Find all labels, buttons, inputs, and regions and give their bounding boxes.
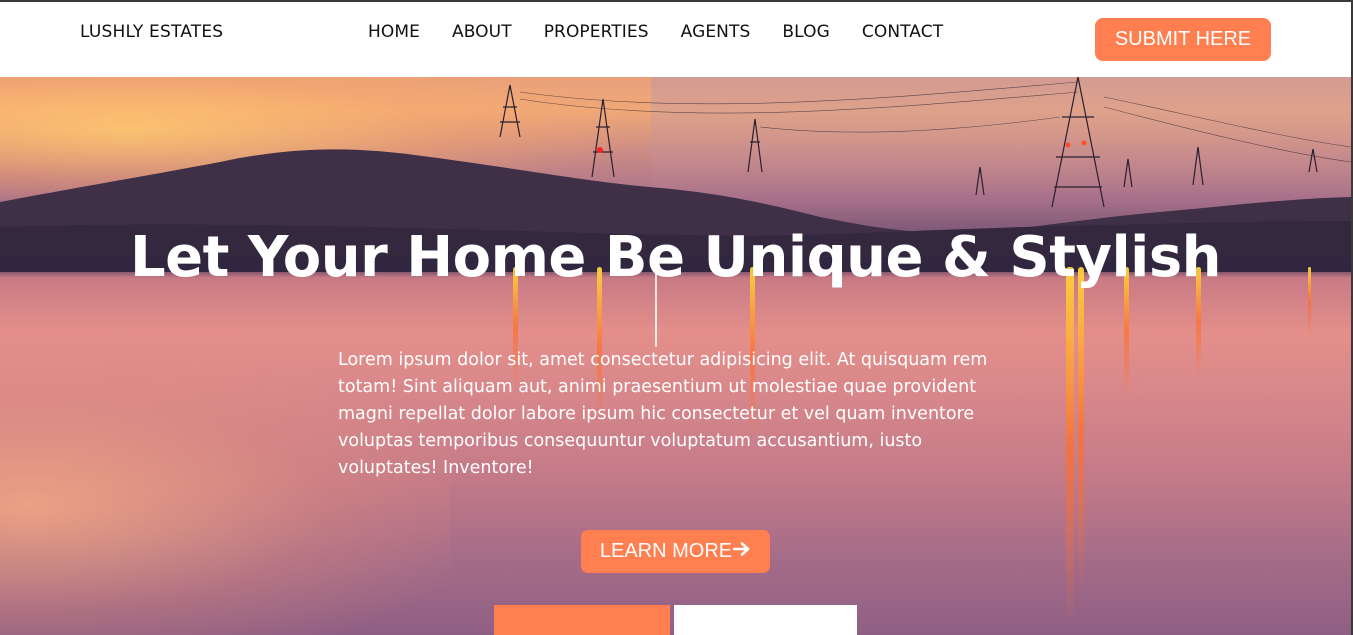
learn-more-button[interactable]: LEARN MORE <box>581 530 770 573</box>
nav-links: HOME ABOUT PROPERTIES AGENTS BLOG CONTAC… <box>368 22 975 42</box>
brand-logo[interactable]: LUSHLY ESTATES <box>80 22 223 42</box>
nav-link-properties[interactable]: PROPERTIES <box>544 22 649 42</box>
learn-more-label: LEARN MORE <box>599 540 733 562</box>
light-reflection <box>1066 267 1074 627</box>
feature-card-white[interactable] <box>674 605 857 635</box>
submit-button[interactable]: SUBMIT HERE <box>1095 18 1271 61</box>
hero-description: Lorem ipsum dolor sit, amet consectetur … <box>338 350 988 478</box>
nav-link-agents[interactable]: AGENTS <box>681 22 751 42</box>
hero-section: Let Your Home Be Unique & Stylish Lorem … <box>0 77 1351 635</box>
nav-link-blog[interactable]: BLOG <box>782 22 829 42</box>
navbar: LUSHLY ESTATES HOME ABOUT PROPERTIES AGE… <box>0 2 1351 77</box>
feature-card-orange[interactable] <box>494 605 670 635</box>
nav-link-about[interactable]: ABOUT <box>452 22 512 42</box>
light-reflection <box>1078 267 1084 597</box>
arrow-right-icon <box>732 540 751 563</box>
nav-link-home[interactable]: HOME <box>368 22 420 42</box>
nav-link-contact[interactable]: CONTACT <box>862 22 943 42</box>
hero-title: Let Your Home Be Unique & Stylish <box>129 225 1222 290</box>
